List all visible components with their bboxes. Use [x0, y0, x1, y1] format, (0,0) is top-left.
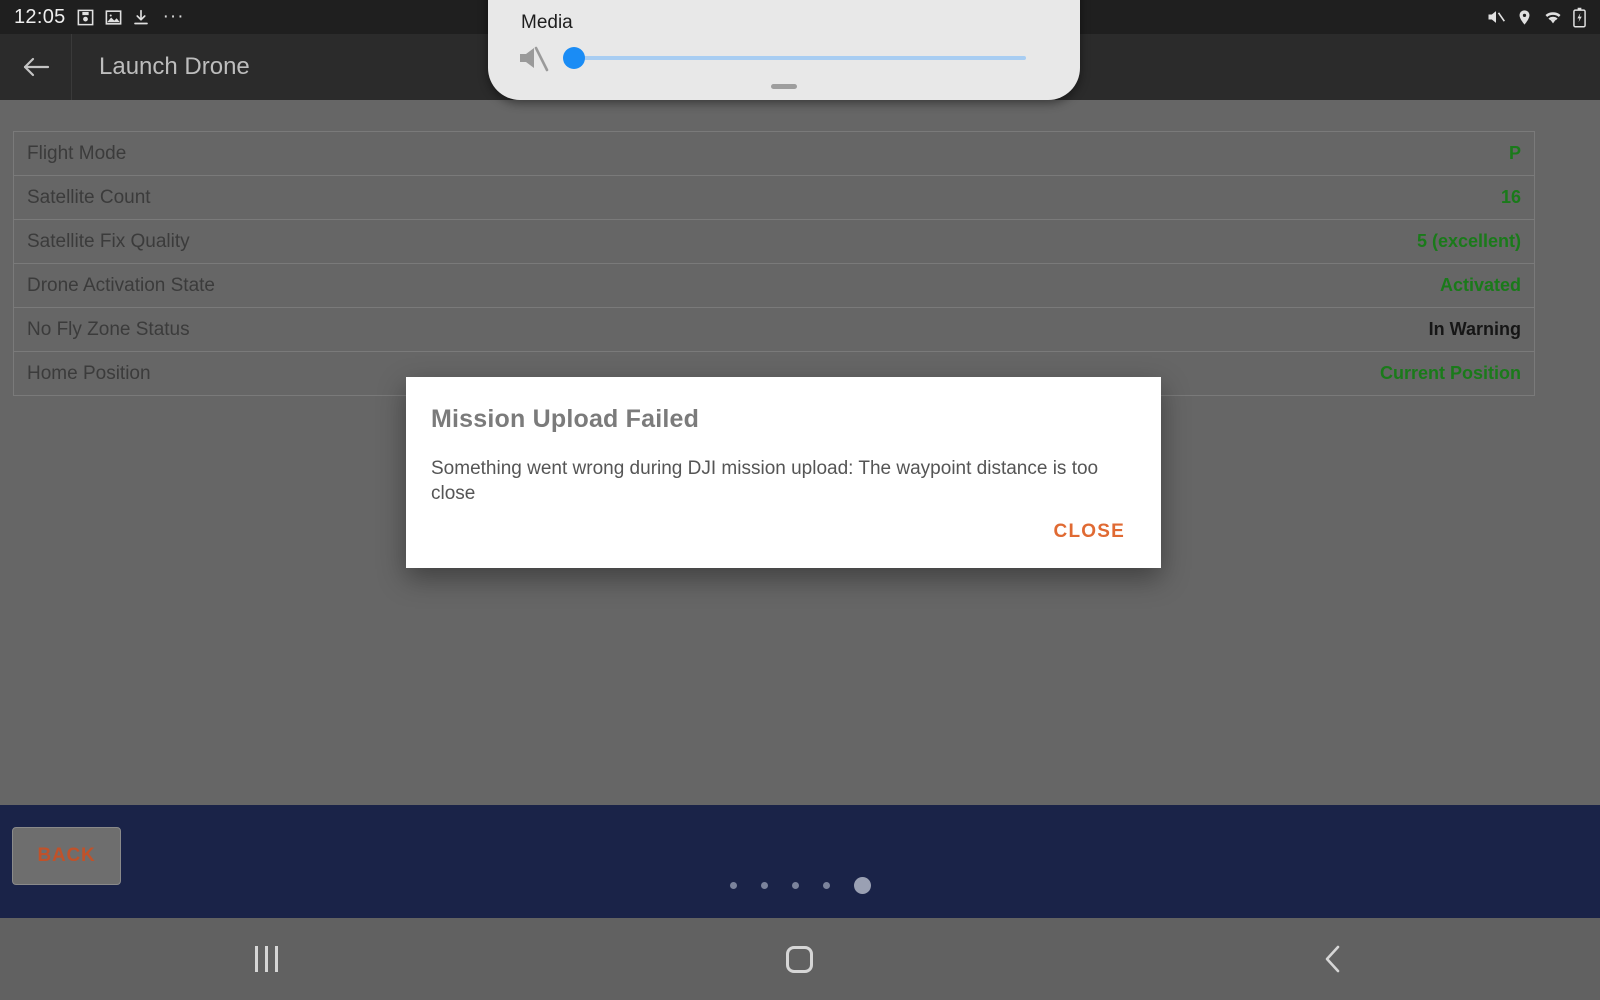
mission-upload-failed-dialog: Mission Upload Failed Something went wro… — [406, 377, 1161, 568]
dialog-actions: CLOSE — [1046, 515, 1133, 549]
dialog-close-button[interactable]: CLOSE — [1046, 515, 1133, 549]
dialog-title: Mission Upload Failed — [431, 405, 700, 433]
dialog-message: Something went wrong during DJI mission … — [431, 458, 1099, 504]
screen-root: 12:05 ··· Launch Drone Media Flight Mode… — [0, 0, 1600, 1000]
